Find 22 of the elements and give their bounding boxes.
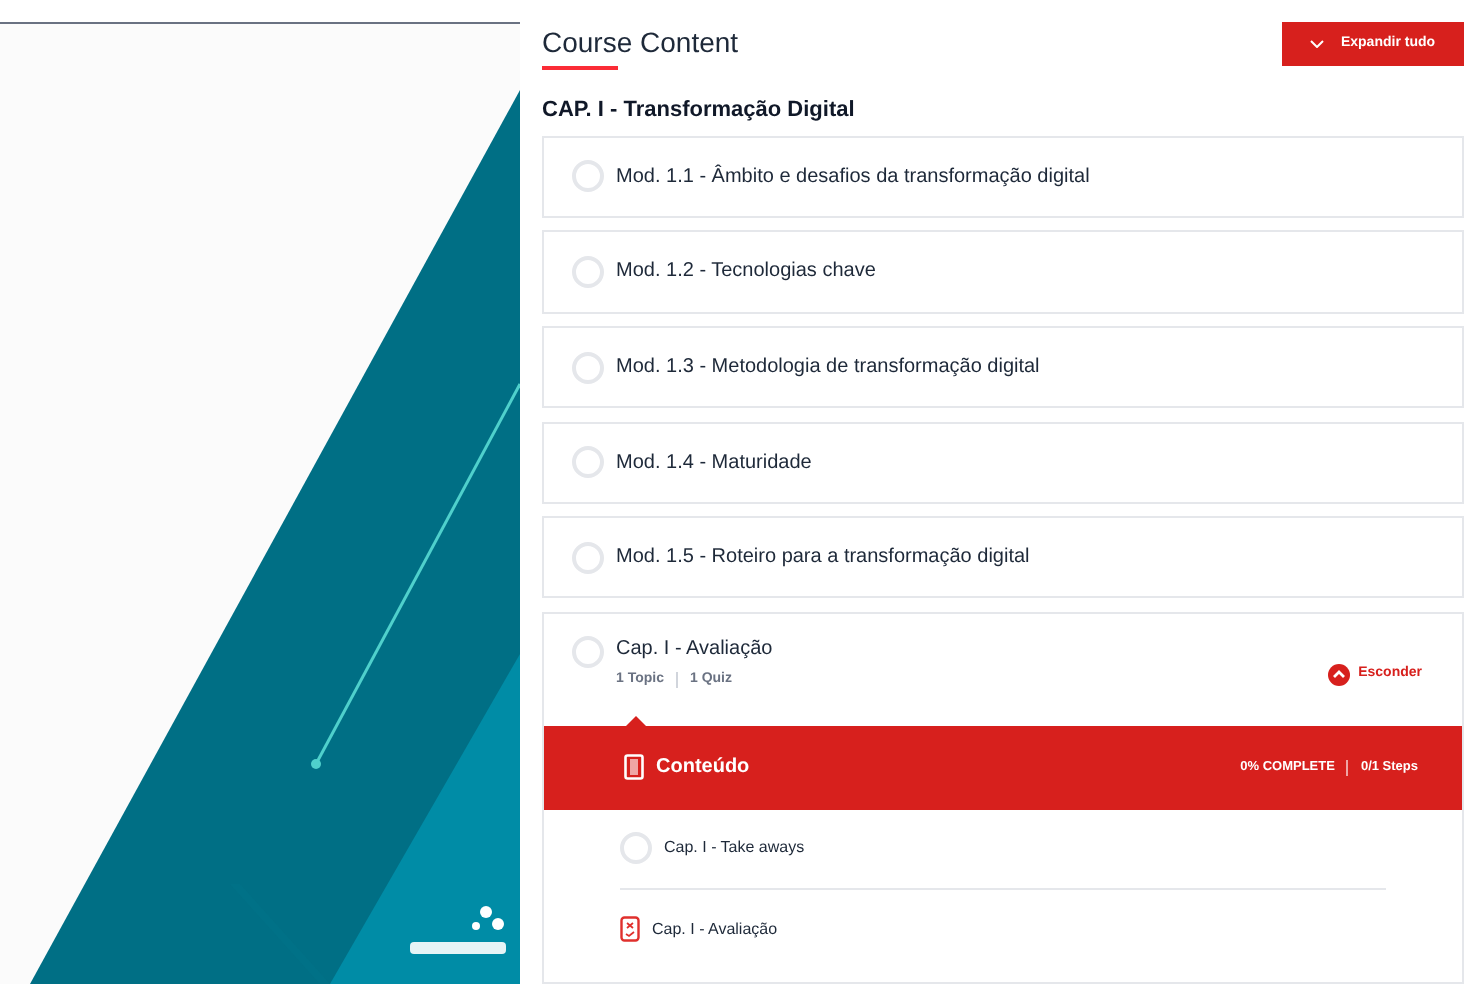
section-title: CAP. I - Transformação Digital [542, 96, 857, 127]
module-row[interactable]: Mod. 1.2 - Tecnologias chave [542, 230, 1464, 314]
quiz-icon [620, 916, 640, 943]
module-title: Mod. 1.1 - Âmbito e desafios da transformação digital [616, 162, 1090, 192]
chevron-down-icon [1310, 40, 1325, 48]
module-title: Mod. 1.2 - Tecnologias chave [616, 258, 876, 287]
lesson-row[interactable]: Cap. I - Avaliação [620, 889, 1386, 970]
lesson-row[interactable]: Cap. I - Take aways [620, 809, 1386, 890]
chevron-circle-icon [1328, 663, 1351, 686]
module-row[interactable]: Mod. 1.3 - Metodologia de transformação digital [542, 326, 1464, 409]
lesson-title: Cap. I - Take aways [664, 836, 805, 861]
document-icon [624, 754, 644, 781]
module-title: Mod. 1.5 - Roteiro para a transformação digital [616, 544, 1030, 573]
module-row[interactable]: Mod. 1.5 - Roteiro para a transformação digital [542, 516, 1464, 599]
module-title[interactable]: Cap. I - Avaliação [616, 635, 773, 664]
module-title: Mod. 1.3 - Metodologia de transformação digital [616, 354, 1040, 383]
module-title: Mod. 1.4 - Maturidade [616, 449, 812, 478]
module-row[interactable]: Mod. 1.1 - Âmbito e desafios da transformação digital [542, 135, 1464, 218]
module-row[interactable]: Mod. 1.4 - Maturidade [542, 421, 1464, 504]
content-title: Conteúdo [656, 754, 750, 783]
page-title: Course Content [542, 24, 739, 62]
lesson-title: Cap. I - Avaliação [652, 917, 778, 942]
